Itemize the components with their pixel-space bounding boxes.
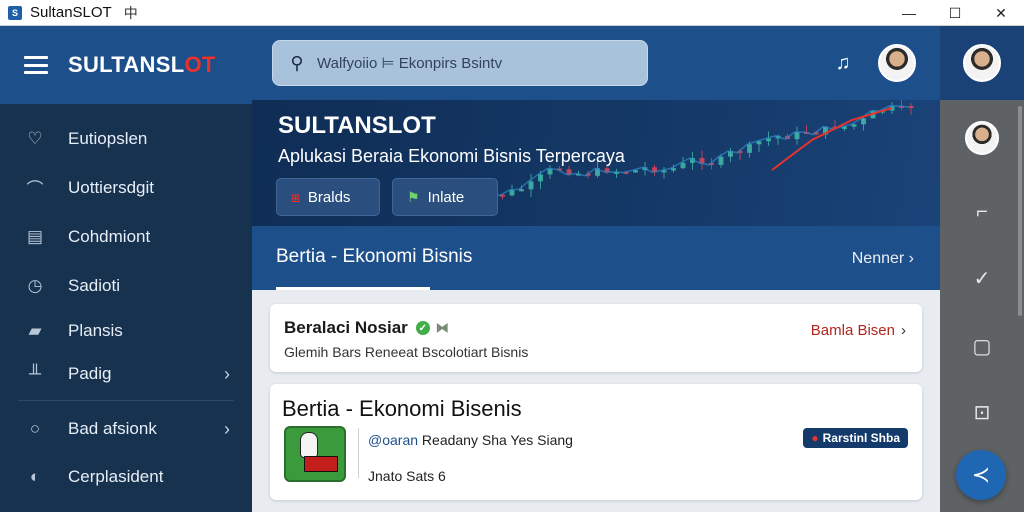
sidebar-nav: ♡ Eutiopslen ⌒ Uottiersdgit ▤ Cohdmiont … [0, 104, 252, 501]
hero-button-bralds[interactable]: ⧆ Bralds [276, 178, 380, 216]
status-badge[interactable]: ● Rarstinl Shba [803, 428, 908, 448]
top-header: ⚲ ♫ [252, 26, 940, 100]
clock-icon: ◷ [27, 275, 43, 295]
card-title: Beralaci Nosiar ✓ ⧓ [284, 318, 449, 338]
sidebar-item-6[interactable]: ╨ Padig › [0, 352, 252, 396]
check-icon[interactable]: ✓ [962, 258, 1002, 298]
close-button[interactable]: ✕ [978, 0, 1024, 26]
user-icon[interactable] [962, 118, 1002, 158]
square-icon[interactable]: ▢ [962, 326, 1002, 366]
article-thumbnail[interactable] [284, 426, 346, 482]
sidebar-item-label: Cohdmiont [68, 226, 151, 246]
chevron-right-icon: › [224, 363, 230, 384]
thumbnail-graphic [304, 456, 338, 472]
card-divider [358, 428, 359, 478]
scrollbar[interactable] [1018, 106, 1022, 316]
hero-button-label: Inlate [427, 188, 465, 206]
image-icon[interactable]: ⊡ [962, 392, 1002, 432]
window-extra-glyph: 中 [123, 4, 138, 21]
minimize-button[interactable]: — [886, 0, 932, 26]
search-icon: ○ [29, 419, 41, 438]
chevron-right-icon: › [224, 418, 230, 439]
sidebar-item-label: Uottiersdgit [68, 177, 154, 197]
sidebar-divider [18, 400, 234, 401]
chat-icon: ⌒ [26, 180, 44, 199]
news-card[interactable]: Bertia - Ekonomi Bisenis @oaran Readany … [270, 384, 922, 500]
card-meta-text: Readany Sha Yes Siang [421, 432, 573, 448]
sidebar-item-label: Bad afsionk [68, 419, 157, 438]
sidebar-item-8[interactable]: ◐ Cerplasident [0, 453, 252, 501]
folder-icon: ▰ [28, 321, 42, 340]
tab-berita-ekonomi[interactable]: Bertia - Ekonomi Bisnis [276, 246, 472, 268]
window-titlebar: S SultanSLOT 中 — ☐ ✕ [0, 0, 1024, 26]
content-area: Beralaci Nosiar ✓ ⧓ Glemih Bars Reneeat … [252, 290, 940, 512]
tab-more-link[interactable]: Nenner › [852, 250, 914, 268]
maximize-button[interactable]: ☐ [932, 0, 978, 26]
sidebar-item-1[interactable]: ♡ Eutiopslen [0, 114, 252, 163]
card-link-label: Bamla Bisen [810, 322, 895, 339]
sidebar-item-label: Padig [68, 364, 112, 383]
card-title-text: Beralaci Nosiar [284, 318, 408, 337]
gift-icon: ⧆ [291, 188, 300, 205]
avatar[interactable] [963, 44, 1001, 82]
globe-icon: ◐ [29, 467, 41, 486]
card-meta: @oaran Readany Sha Yes Siang [368, 432, 573, 448]
window-title: SultanSLOT [30, 4, 112, 21]
badge-dot-icon: ● [811, 431, 819, 445]
sidebar-item-2[interactable]: ⌒ Uottiersdgit [0, 163, 252, 212]
hero-subtitle: Aplukasi Beraia Ekonomi Bisnis Terpercay… [278, 146, 625, 166]
heart-icon: ♡ [27, 128, 43, 148]
avatar[interactable] [878, 44, 916, 82]
card-footer: Jnato Sats 6 [368, 468, 446, 484]
bell-icon[interactable]: ♫ [830, 50, 856, 76]
sidebar-item-5[interactable]: ▰ Plansis [0, 310, 252, 352]
sidebar-item-label: Plansis [68, 321, 123, 340]
sidebar: SULTANSLOT ♡ Eutiopslen ⌒ Uottiersdgit ▤… [0, 26, 252, 512]
verified-icon: ✓ [415, 321, 430, 335]
hero-title: SULTANSLOT [278, 112, 436, 139]
news-card[interactable]: Beralaci Nosiar ✓ ⧓ Glemih Bars Reneeat … [270, 304, 922, 372]
brand-bar: SULTANSLOT [0, 26, 252, 104]
tag-icon: ⧓ [435, 320, 449, 335]
pin-icon: ⚑ [407, 188, 420, 205]
sidebar-item-7[interactable]: ○ Bad afsionk › [0, 405, 252, 453]
hero-banner: SULTANSLOT Aplukasi Beraia Ekonomi Bisni… [252, 100, 940, 226]
sidebar-item-4[interactable]: ◷ Sadioti [0, 261, 252, 310]
hero-button-label: Bralds [307, 188, 351, 206]
rail-header [940, 26, 1024, 100]
brand-logo[interactable]: SULTANSLOT [68, 52, 216, 78]
sidebar-item-3[interactable]: ▤ Cohdmiont [0, 212, 252, 261]
calendar-icon: ▤ [26, 226, 44, 246]
sidebar-item-label: Sadioti [68, 275, 120, 295]
hand-icon [300, 432, 318, 458]
search-icon: ⚲ [290, 52, 304, 73]
share-icon[interactable]: ≺ [956, 450, 1006, 500]
search-input[interactable] [317, 54, 627, 72]
app-icon: S [8, 5, 22, 20]
edit-icon[interactable]: ⌐ [962, 192, 1002, 232]
card-source[interactable]: @oaran [368, 432, 418, 448]
card-read-link[interactable]: Bamla Bisen › [811, 322, 906, 339]
badge-label: Rarstinl Shba [822, 431, 900, 445]
chevron-right-icon: › [901, 322, 906, 339]
search-bar[interactable]: ⚲ [272, 40, 648, 86]
sidebar-item-label: Cerplasident [68, 467, 164, 486]
menu-icon[interactable] [24, 56, 48, 74]
hero-button-inlate[interactable]: ⚑ Inlate [392, 178, 498, 216]
chart-icon: ╨ [28, 364, 42, 383]
right-rail: ⌐ ✓ ▢ ⊡ ≺ [940, 26, 1024, 512]
section-tabbar: Bertia - Ekonomi Bisnis Nenner › [252, 226, 940, 290]
card-subtitle: Glemih Bars Reneeat Bscolotiart Bisnis [284, 344, 529, 360]
card-title: Bertia - Ekonomi Bisenis [282, 396, 522, 421]
sidebar-item-label: Eutiopslen [68, 128, 148, 148]
